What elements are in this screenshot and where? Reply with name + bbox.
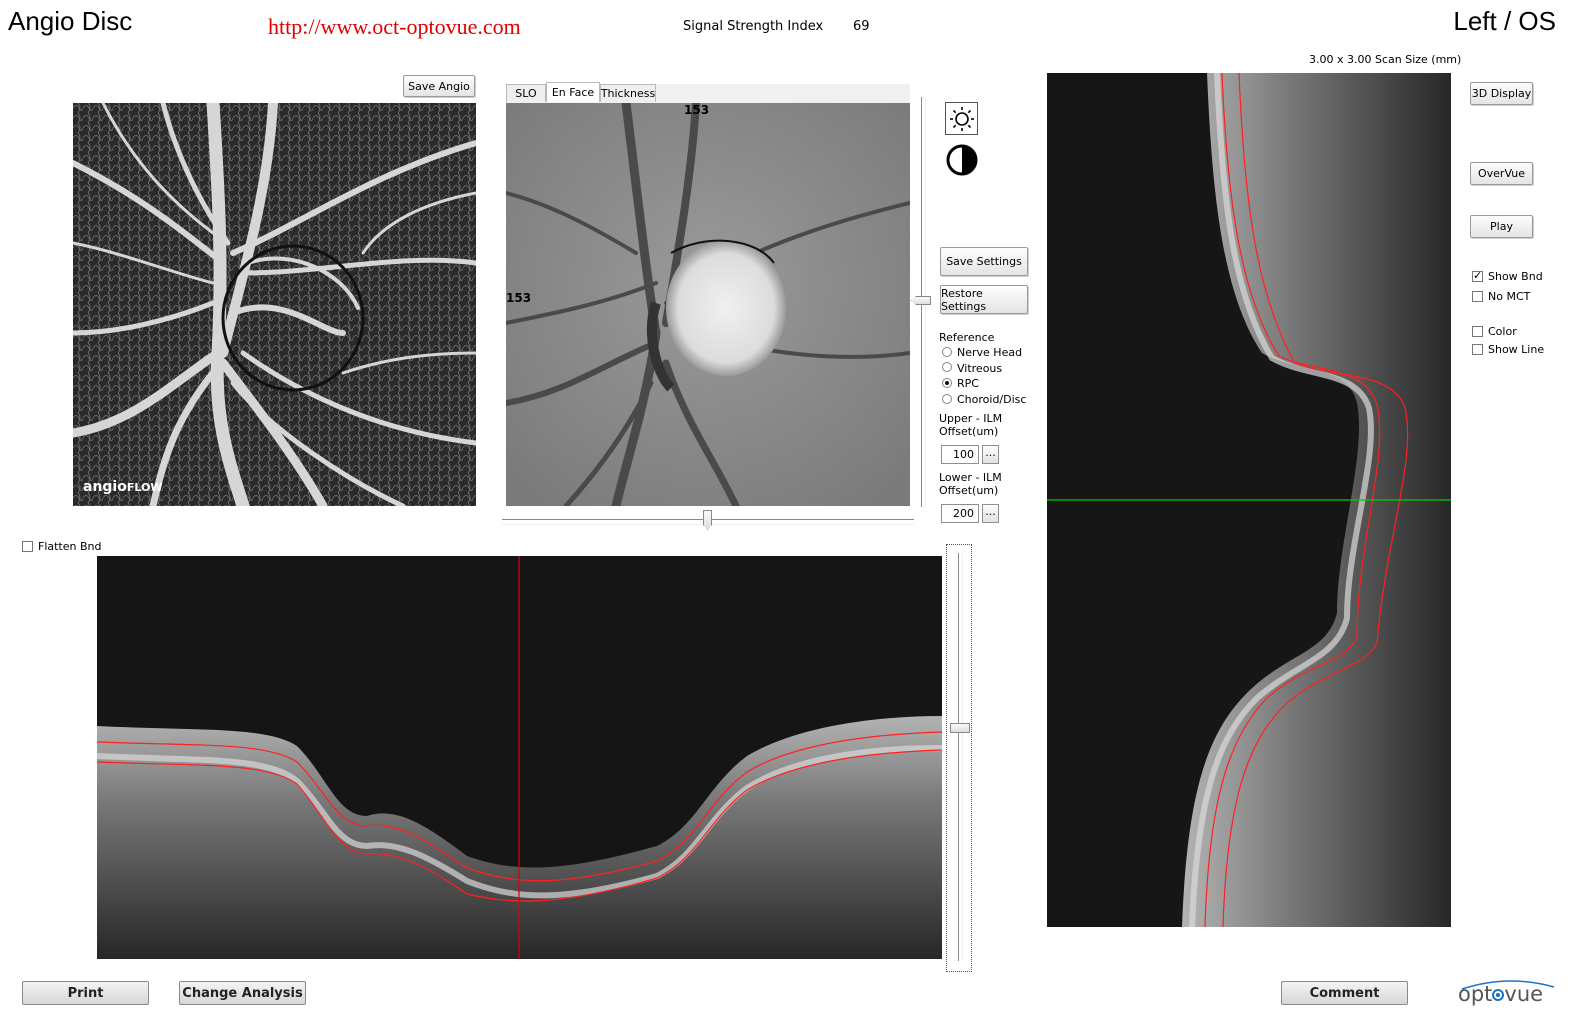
reference-label: Reference [939, 331, 995, 344]
3d-display-button[interactable]: 3D Display [1470, 82, 1533, 105]
ssi-value: 69 [853, 19, 870, 34]
vertical-bscan-image[interactable] [1047, 73, 1451, 927]
reference-radio-vitreous[interactable] [942, 362, 952, 372]
play-button[interactable]: Play [1470, 215, 1533, 238]
enface-image[interactable]: 153 153 [506, 103, 910, 506]
bscan-vertical-slider[interactable] [946, 544, 972, 972]
lower-offset-input[interactable]: 200 [941, 504, 979, 523]
angio-vessels [73, 103, 476, 506]
flatten-bnd-checkbox[interactable] [22, 541, 33, 552]
tab-thickness[interactable]: Thickness [600, 84, 656, 102]
enface-horizontal-slider-thumb[interactable] [703, 510, 712, 530]
scan-size-label: 3.00 x 3.00 Scan Size (mm) [1309, 53, 1462, 66]
logo-text-right: vue [1504, 982, 1544, 1006]
enface-fundus [506, 103, 910, 506]
reference-option-label: Choroid/Disc [957, 393, 1027, 406]
bscan-slider-track [958, 553, 963, 961]
reference-option-label: Nerve Head [957, 346, 1023, 359]
color-checkbox[interactable] [1472, 326, 1483, 337]
print-button[interactable]: Print [22, 981, 149, 1005]
enface-tab-bar: SLO En Face Thickness [506, 82, 910, 103]
angio-image[interactable]: angioFLOW [73, 103, 476, 506]
upper-offset-unit-label: Offset(um) [939, 425, 999, 438]
horizontal-bscan-image[interactable] [97, 556, 942, 959]
reference-option-label: RPC [957, 377, 979, 390]
show-bnd-checkbox[interactable] [1472, 269, 1483, 282]
upper-offset-input[interactable]: 100 [941, 445, 979, 464]
tab-en-face[interactable]: En Face [546, 82, 600, 102]
show-line-checkbox[interactable] [1472, 344, 1483, 355]
optovue-logo: opt vue [1458, 978, 1558, 1010]
enface-vertical-slider[interactable] [911, 97, 931, 507]
lower-offset-unit-label: Offset(um) [939, 484, 999, 497]
restore-settings-button[interactable]: Restore Settings [940, 285, 1028, 314]
show-line-label: Show Line [1488, 343, 1545, 356]
page-title: Angio Disc [8, 6, 133, 36]
contrast-icon [946, 144, 978, 176]
brightness-button[interactable] [945, 102, 978, 135]
no-mct-checkbox[interactable] [1472, 291, 1483, 302]
logo-text-left: opt [1458, 982, 1493, 1006]
lower-offset-label: Lower - ILM [939, 471, 1002, 484]
flatten-bnd-label: Flatten Bnd [38, 540, 102, 553]
show-bnd-label: Show Bnd [1488, 270, 1543, 283]
color-label: Color [1488, 325, 1517, 338]
lower-offset-browse-button[interactable]: ... [982, 504, 999, 523]
upper-offset-browse-button[interactable]: ... [982, 445, 999, 464]
website-url[interactable]: http://www.oct-optovue.com [268, 14, 521, 40]
save-settings-button[interactable]: Save Settings [940, 247, 1028, 276]
angioflow-logo: angioFLOW [83, 479, 163, 495]
logo-eye-icon [1492, 989, 1505, 1001]
upper-offset-label: Upper - ILM [939, 412, 1003, 425]
bscan-slider-thumb[interactable] [950, 723, 970, 733]
reference-radio-nerve-head[interactable] [942, 347, 952, 357]
contrast-button[interactable] [945, 143, 979, 177]
vertical-bscan [1047, 73, 1451, 927]
enface-vertical-slider-thumb[interactable] [911, 296, 931, 305]
no-mct-label: No MCT [1488, 290, 1531, 303]
tab-slo[interactable]: SLO [506, 84, 546, 102]
reference-radio-choroid-disc[interactable] [942, 394, 952, 404]
enface-horizontal-slider[interactable] [502, 510, 914, 530]
sun-icon [949, 106, 974, 131]
eye-label: Left / OS [1453, 6, 1556, 36]
enface-top-marker: 153 [684, 103, 710, 117]
overvue-button[interactable]: OverVue [1470, 162, 1533, 185]
comment-button[interactable]: Comment [1281, 981, 1408, 1005]
reference-radio-rpc[interactable] [942, 378, 952, 388]
enface-left-marker: 153 [506, 291, 532, 305]
reference-option-label: Vitreous [957, 362, 1003, 375]
save-angio-button[interactable]: Save Angio [403, 75, 475, 97]
ssi-label: Signal Strength Index [683, 19, 824, 34]
horizontal-bscan [97, 556, 942, 959]
change-analysis-button[interactable]: Change Analysis [179, 981, 306, 1005]
